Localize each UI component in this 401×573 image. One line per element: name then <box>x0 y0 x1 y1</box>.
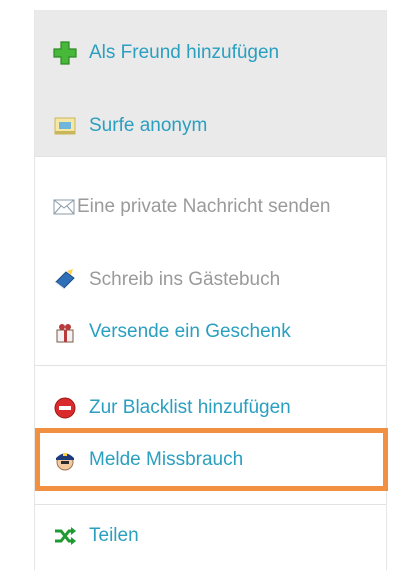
book-pen-icon <box>53 268 77 292</box>
private-message-item[interactable]: Eine private Nachricht senden <box>53 188 353 229</box>
share-label: Teilen <box>89 525 139 546</box>
surf-anonymous-label: Surfe anonym <box>89 115 208 136</box>
share-item[interactable]: Teilen <box>35 516 386 556</box>
send-gift-item[interactable]: Versende ein Geschenk <box>35 312 386 352</box>
red-minus-icon <box>53 396 77 420</box>
police-officer-icon <box>53 448 77 472</box>
divider <box>35 504 386 505</box>
green-plus-icon <box>53 41 77 65</box>
divider <box>35 156 386 157</box>
add-blacklist-item[interactable]: Zur Blacklist hinzufügen <box>35 388 386 428</box>
anonymous-card-icon <box>53 114 77 138</box>
add-friend-label: Als Freund hinzufügen <box>89 42 280 63</box>
add-blacklist-label: Zur Blacklist hinzufügen <box>89 397 291 418</box>
guestbook-label: Schreib ins Gästebuch <box>89 269 281 290</box>
envelope-icon <box>53 191 75 229</box>
add-friend-item[interactable]: Als Freund hinzufügen <box>35 10 386 96</box>
profile-action-menu: Als Freund hinzufügen Surfe anonym Eine … <box>34 10 388 570</box>
divider <box>35 365 386 366</box>
report-abuse-item[interactable]: Melde Missbrauch <box>35 438 386 482</box>
private-message-label: Eine private Nachricht senden <box>77 196 331 217</box>
surf-anonymous-item[interactable]: Surfe anonym <box>35 96 386 156</box>
send-gift-label: Versende ein Geschenk <box>89 321 291 342</box>
gift-icon <box>53 320 77 344</box>
report-abuse-label: Melde Missbrauch <box>89 449 244 470</box>
shuffle-arrows-icon <box>53 524 77 548</box>
guestbook-item[interactable]: Schreib ins Gästebuch <box>35 260 386 300</box>
